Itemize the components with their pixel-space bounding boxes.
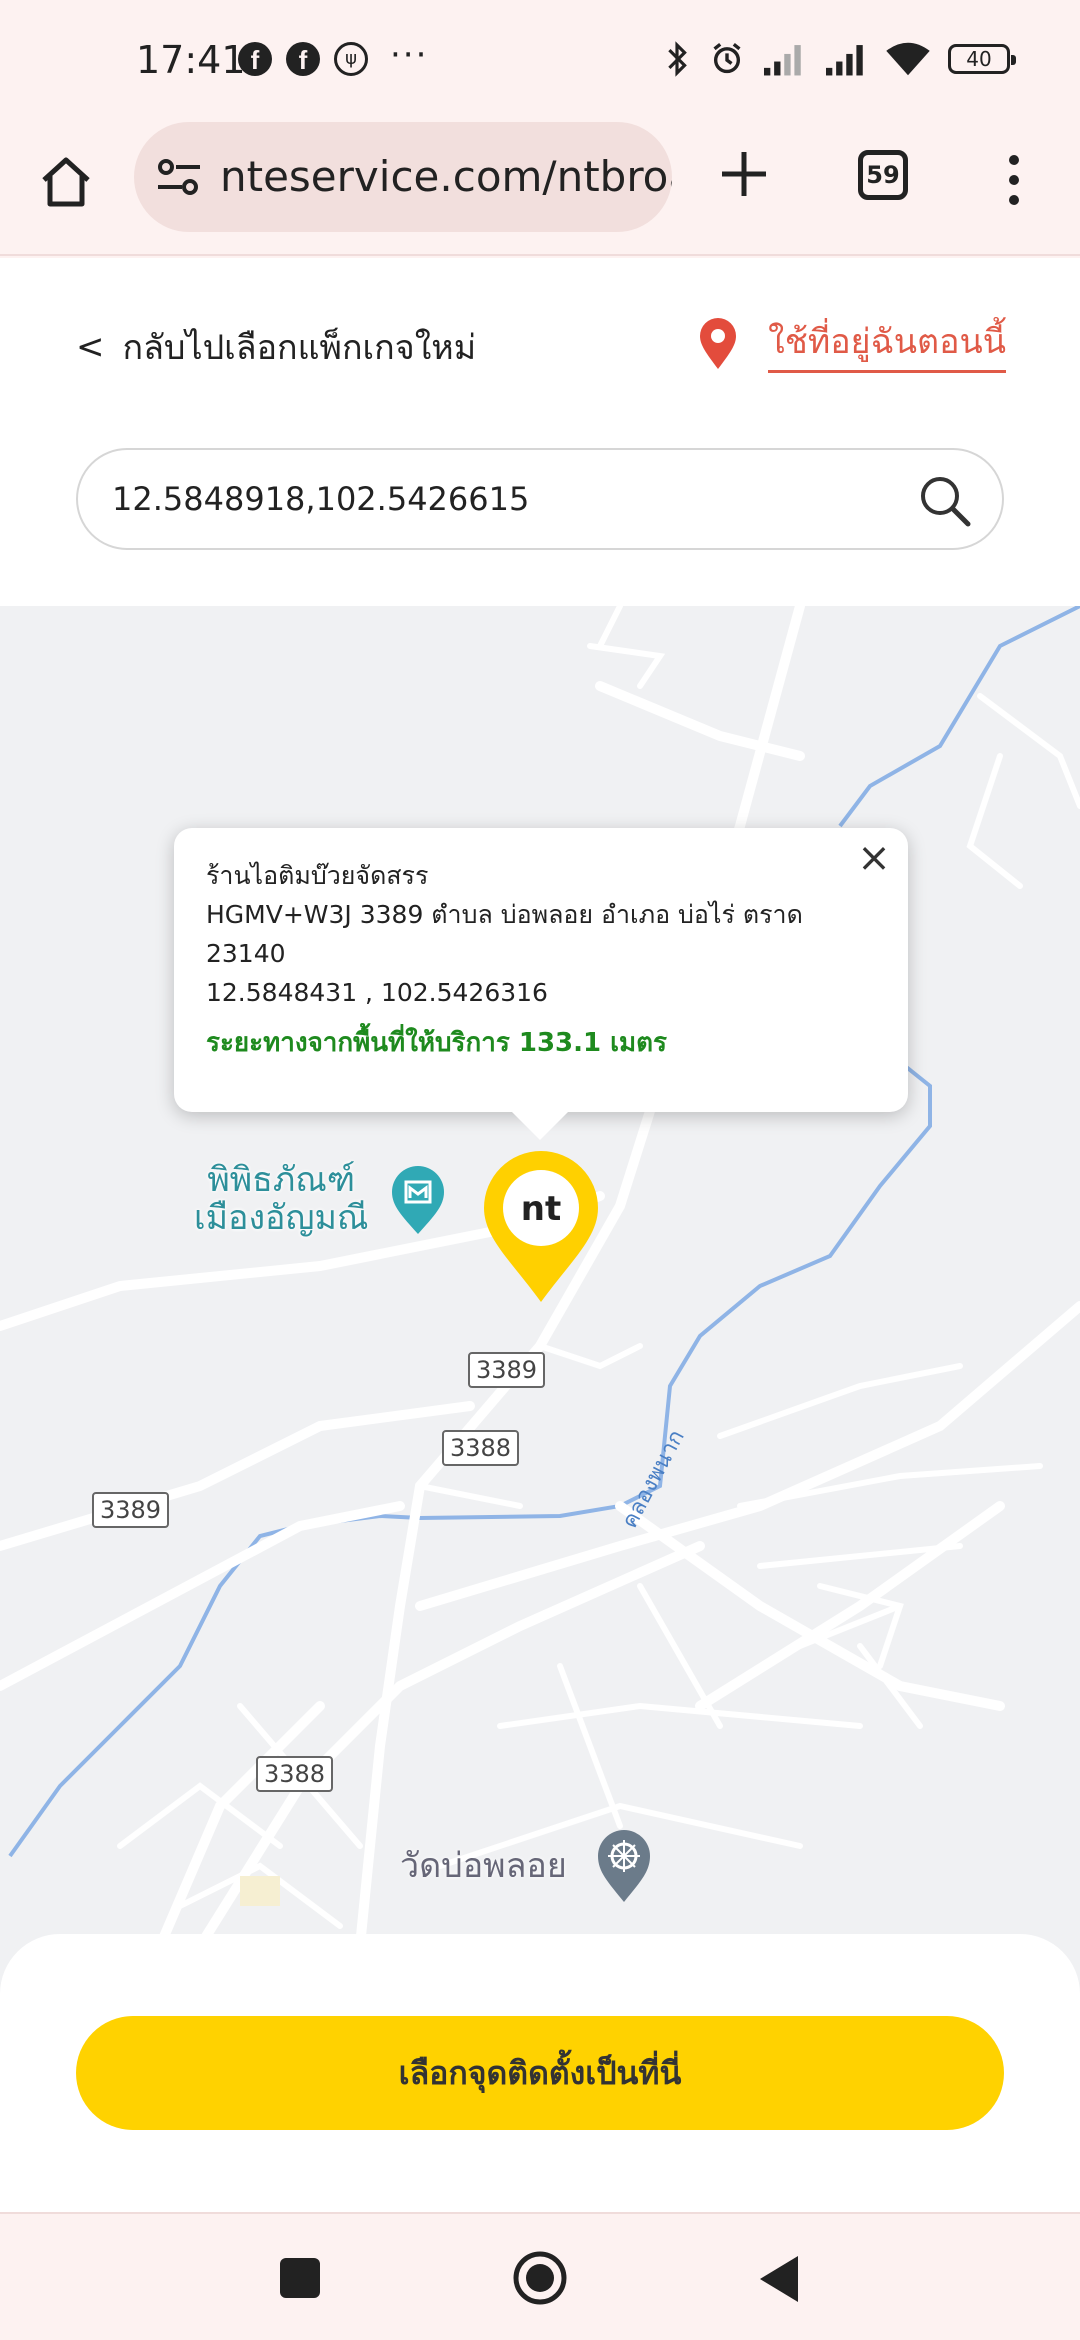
url-text[interactable]: nteservice.com/ntbroa [220,152,672,201]
chevron-left-icon: < [76,327,105,367]
search-input-value[interactable]: 12.5848918,102.5426615 [112,480,529,518]
road-shield: 3388 [256,1756,334,1792]
site-settings-icon[interactable] [156,156,202,198]
road-shield: 3389 [92,1492,170,1528]
browser-toolbar: nteservice.com/ntbroa 59 [0,120,1080,256]
place-name: ร้านไอติมบ๊วยจัดสรร [206,861,429,890]
address-bar[interactable]: nteservice.com/ntbroa [134,122,672,232]
use-current-location-link[interactable]: ใช้ที่อยู่ฉันตอนนี้ [698,314,1006,373]
new-tab-icon[interactable] [718,148,770,200]
clock: 17:41 [136,38,246,82]
alarm-icon [713,42,741,74]
food-delivery-icon: ψ [334,42,368,76]
facebook-icon: f [286,42,320,76]
road-shield: 3388 [442,1430,520,1466]
system-icons: 40 [660,40,1016,78]
selected-location-marker[interactable]: nt [482,1150,600,1304]
bottom-sheet: เลือกจุดติดตั้งเป็นที่นี่ [0,1934,1080,2212]
facebook-icon: f [238,42,272,76]
service-distance: ระยะทางจากพื้นที่ให้บริการ 133.1 เมตร [206,1028,668,1058]
more-notifications-icon: ··· [390,35,429,75]
recents-button[interactable] [280,2258,320,2298]
nt-logo-text: nt [521,1189,561,1229]
location-info-popup: × ร้านไอติมบ๊วยจัดสรร HGMV+W3J 3389 ตำบล… [174,828,908,1140]
museum-poi-label[interactable]: พิพิธภัณฑ์ เมืองอัญมณี [194,1161,368,1237]
location-pin-icon [700,317,737,369]
back-link-label: กลับไปเลือกแพ็กเกจใหม่ [122,328,477,368]
system-navigation-bar [0,2212,1080,2340]
back-button[interactable] [756,2254,802,2304]
confirm-install-location-button[interactable]: เลือกจุดติดตั้งเป็นที่นี่ [76,2016,1004,2130]
back-to-packages-link[interactable]: < กลับไปเลือกแพ็กเกจใหม่ [76,320,476,374]
home-icon[interactable] [36,152,96,212]
use-current-location-label: ใช้ที่อยู่ฉันตอนนี้ [768,314,1006,373]
more-menu-icon[interactable] [1004,150,1024,210]
signal-strong-icon [826,45,863,76]
search-icon[interactable] [918,474,972,528]
place-postcode: 23140 [206,939,286,968]
home-button[interactable] [512,2250,568,2306]
road-shield: 3389 [468,1352,546,1388]
bluetooth-icon [668,41,687,77]
battery-icon: 40 [948,44,1016,74]
status-bar: 17:41 f f ψ ··· 40 [0,0,1080,120]
place-address: HGMV+W3J 3389 ตำบล บ่อพลอย อำเภอ บ่อไร่ … [206,900,803,929]
temple-icon[interactable] [596,1828,652,1904]
museum-icon[interactable] [390,1164,446,1236]
notification-icons: f f ψ ··· [238,35,428,76]
close-icon[interactable]: × [852,836,896,880]
place-coordinates: 12.5848431 , 102.5426316 [206,978,548,1007]
signal-weak-icon [764,45,801,76]
search-input[interactable]: 12.5848918,102.5426615 [76,448,1004,550]
wifi-icon [886,42,930,76]
temple-poi-label[interactable]: วัดบ่อพลอย [400,1838,567,1892]
tab-switcher-button[interactable]: 59 [858,150,908,200]
